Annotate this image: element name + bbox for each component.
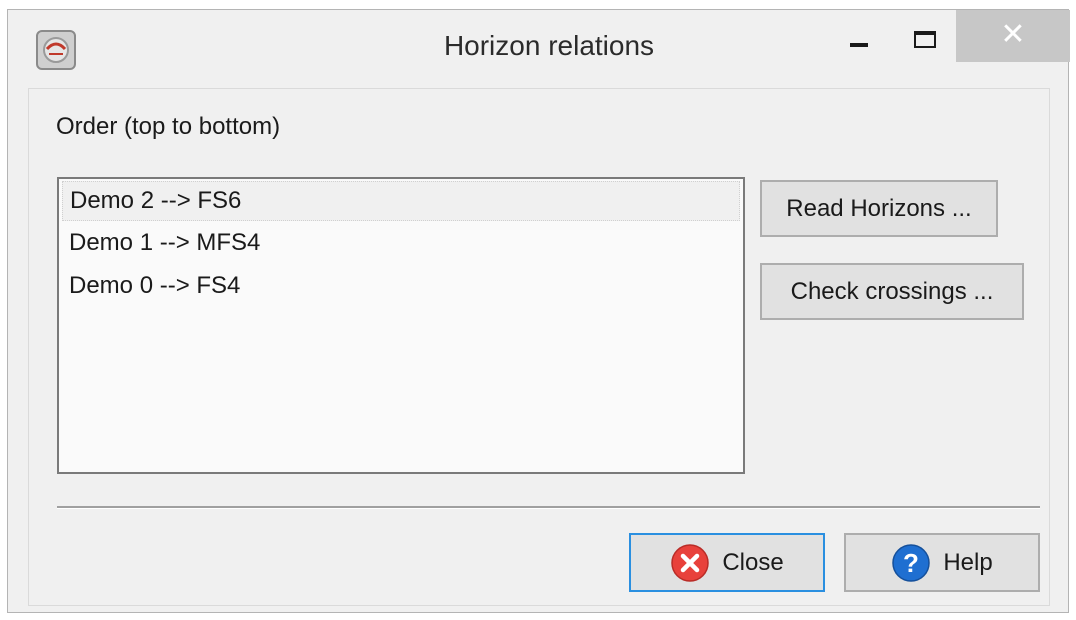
maximize-button[interactable] — [900, 10, 950, 62]
title-bar[interactable]: Horizon relations ✕ — [8, 10, 1070, 88]
list-item[interactable]: Demo 0 --> FS4 — [59, 264, 743, 307]
check-crossings-button[interactable]: Check crossings ... — [760, 263, 1024, 320]
separator — [57, 506, 1040, 509]
close-window-button[interactable]: ✕ — [956, 10, 1070, 62]
maximize-icon — [914, 30, 936, 48]
svg-text:?: ? — [903, 548, 919, 578]
dialog-window: Horizon relations ✕ Order (top to bottom… — [7, 9, 1070, 613]
help-label: Help — [943, 548, 993, 576]
horizon-order-list[interactable]: Demo 2 --> FS6 Demo 1 --> MFS4 Demo 0 --… — [57, 177, 745, 474]
read-horizons-button[interactable]: Read Horizons ... — [760, 180, 998, 237]
close-icon: ✕ — [1000, 18, 1026, 51]
close-button[interactable]: Close — [629, 533, 825, 592]
error-circle-icon — [671, 543, 710, 582]
read-horizons-label: Read Horizons ... — [786, 194, 972, 222]
list-item[interactable]: Demo 1 --> MFS4 — [59, 221, 743, 264]
minimize-icon — [850, 43, 868, 47]
order-label: Order (top to bottom) — [56, 113, 281, 140]
help-button[interactable]: ? Help — [844, 533, 1040, 592]
list-item[interactable]: Demo 2 --> FS6 — [62, 181, 740, 221]
check-crossings-label: Check crossings ... — [790, 277, 994, 305]
minimize-button[interactable] — [834, 10, 884, 62]
close-label: Close — [722, 548, 784, 576]
question-circle-icon: ? — [892, 543, 931, 582]
dialog-content: Order (top to bottom) Demo 2 --> FS6 Dem… — [28, 88, 1050, 606]
